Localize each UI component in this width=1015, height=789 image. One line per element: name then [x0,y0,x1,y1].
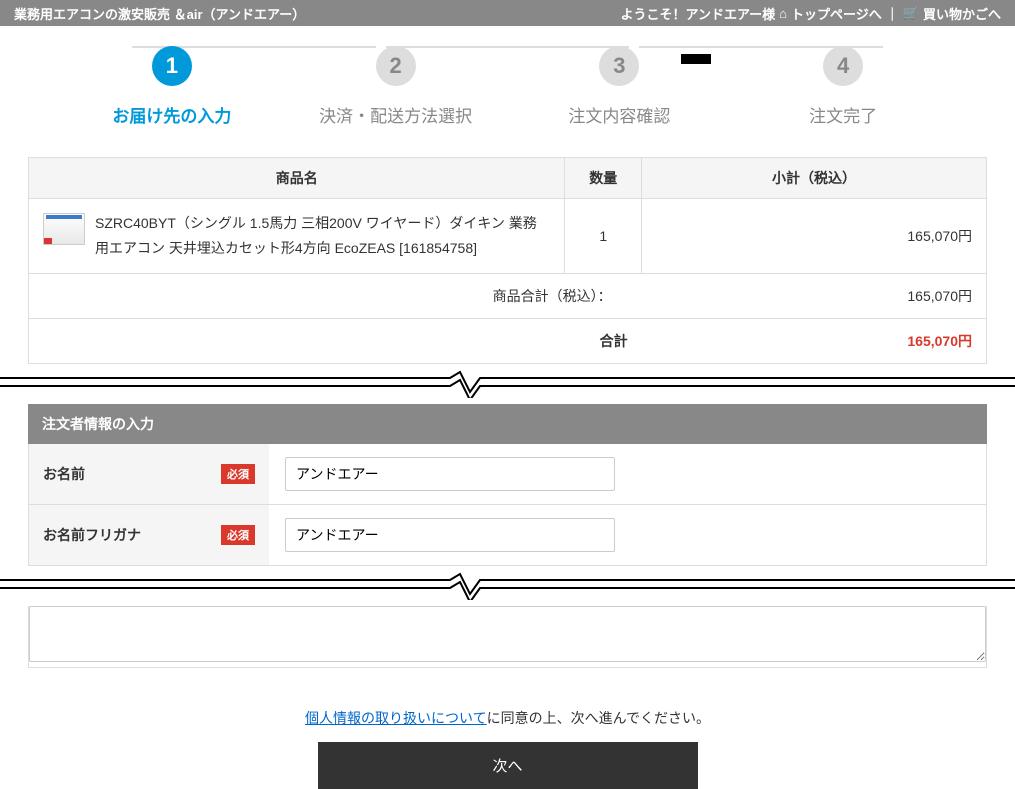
name-input[interactable] [285,457,615,491]
kana-input[interactable] [285,518,615,552]
step-2-label: 決済・配送方法選択 [284,102,508,127]
step-2-circle: 2 [376,46,416,86]
goods-total-label: 商品合計（税込）： [493,288,612,304]
th-qty: 数量 [565,158,642,199]
privacy-policy-link[interactable]: 個人情報の取り扱いについて [305,710,487,726]
required-badge: 必須 [221,525,255,545]
th-product-name: 商品名 [29,158,565,199]
top-bar: 業務用エアコンの激安販売 ＆air（アンドエアー） ようこそ！アンドエアー様 ⌂… [0,0,1015,26]
th-subtotal: 小計（税込） [642,158,987,199]
notes-textarea[interactable] [29,606,986,662]
form-row-kana: お名前フリガナ 必須 [28,505,987,566]
step-4-label: 注文完了 [731,102,955,127]
step-4-circle: 4 [823,46,863,86]
to-cart-link[interactable]: 買い物かごへ [923,4,1001,23]
redaction-bar [681,54,711,64]
goods-total-value: 165,070円 [642,274,987,319]
required-badge: 必須 [221,464,255,484]
step-3-circle: 3 [599,46,639,86]
table-row: SZRC40BYT（シングル 1.5馬力 三相200V ワイヤード）ダイキン 業… [29,199,987,274]
step-1-circle: 1 [152,46,192,86]
home-icon: ⌂ [779,6,787,21]
step-3-label: 注文内容確認 [508,102,732,127]
product-thumbnail [43,213,85,245]
separator: ｜ [886,4,899,23]
product-qty: 1 [565,199,642,274]
page-break-icon [0,572,1015,600]
order-table: 商品名 数量 小計（税込） SZRC40BYT（シングル 1.5馬力 三相200… [28,157,987,364]
step-1-label: お届け先の入力 [60,102,284,127]
form-section-header: 注文者情報の入力 [28,404,987,444]
form-row-name: お名前 必須 [28,444,987,505]
consent-text: 個人情報の取り扱いについてに同意の上、次へ進んでください。 [0,708,1015,728]
product-name: SZRC40BYT（シングル 1.5馬力 三相200V ワイヤード）ダイキン 業… [95,211,550,261]
kana-label: お名前フリガナ [43,525,141,545]
name-label: お名前 [43,464,85,484]
welcome-text: ようこそ！アンドエアー様 [620,4,775,23]
progress-steps: 1 お届け先の入力 2 決済・配送方法選択 3 注文内容確認 4 注文完了 [0,26,1015,137]
product-subtotal: 165,070円 [642,199,987,274]
page-break-icon [0,370,1015,398]
next-button[interactable]: 次へ [318,742,698,789]
site-title: 業務用エアコンの激安販売 ＆air（アンドエアー） [14,4,620,23]
grand-total-label: 合計 [600,333,628,349]
cart-icon: 🛒 [903,5,919,21]
to-top-link[interactable]: トップページへ [791,4,882,23]
grand-total-value: 165,070円 [642,319,987,364]
